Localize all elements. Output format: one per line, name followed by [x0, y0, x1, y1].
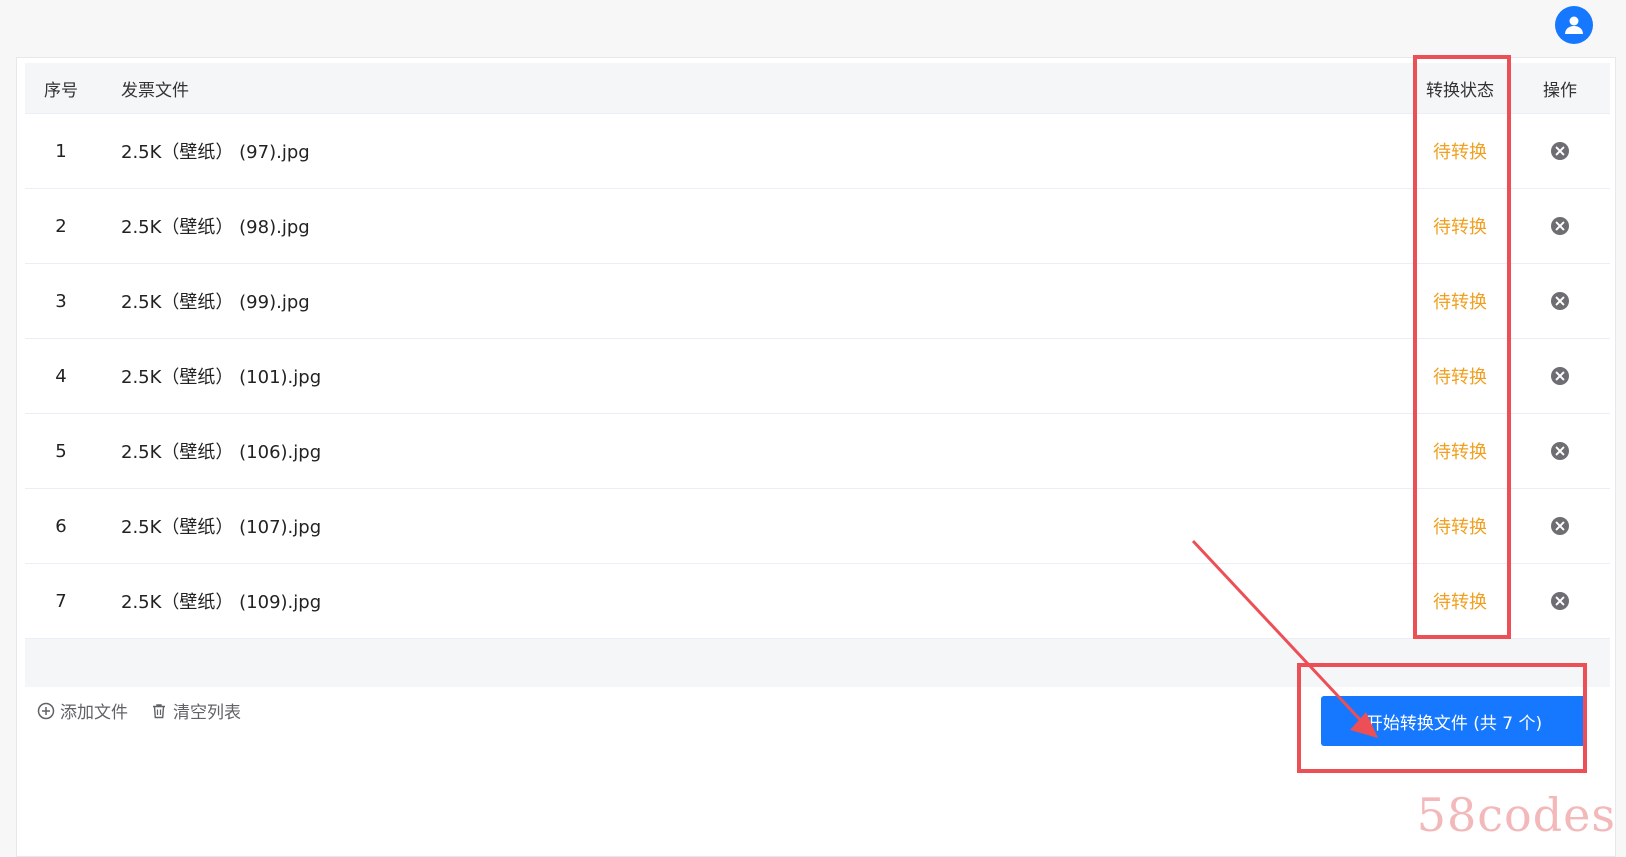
watermark-58codes: 58codes: [1416, 788, 1616, 842]
annotation-arrow: [1191, 539, 1378, 738]
